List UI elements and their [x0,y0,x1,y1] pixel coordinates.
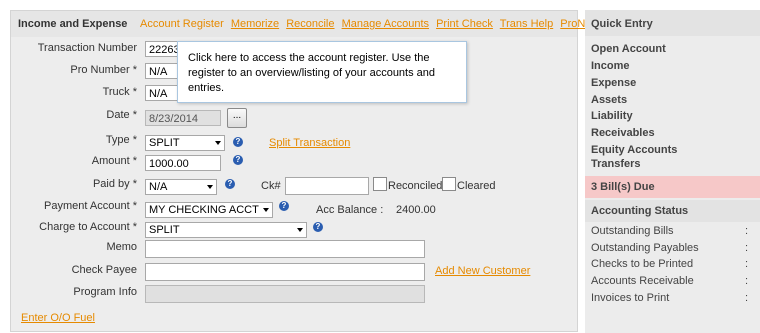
chevron-down-icon [297,228,303,232]
charge-to-account-select-value: SPLIT [149,224,180,236]
account-balance-label: Acc Balance : [316,204,384,216]
panel-header: Income and Expense Account Register Memo… [11,11,606,37]
status-outstanding-payables[interactable]: Outstanding Payables [591,242,699,254]
amount-help-icon[interactable]: ? [233,155,243,165]
transaction-number-label: Transaction Number [37,42,137,54]
split-transaction-link[interactable]: Split Transaction [269,137,350,149]
payment-account-select[interactable]: MY CHECKING ACCT [145,202,273,218]
paid-by-label: Paid by * [92,178,137,190]
check-payee-field[interactable] [145,263,425,281]
memo-field[interactable] [145,240,425,258]
panel-title: Income and Expense [18,18,128,30]
chevron-down-icon [215,141,221,145]
account-register-link[interactable]: Account Register [140,18,224,30]
chevron-down-icon [263,208,269,212]
reconcile-link[interactable]: Reconcile [286,18,334,30]
date-field[interactable]: 8/23/2014 [145,110,221,126]
status-outstanding-bills[interactable]: Outstanding Bills [591,225,674,237]
amount-field[interactable]: 1000.00 [145,155,221,171]
date-picker-button[interactable]: ... [227,108,247,128]
status-colon: : [745,275,749,287]
quick-entry-assets[interactable]: Assets [591,94,627,106]
check-payee-label: Check Payee [71,264,137,276]
print-check-link[interactable]: Print Check [436,18,493,30]
check-number-label: Ck# [261,180,281,192]
quick-entry-equity-accounts[interactable]: Equity Accounts [591,144,677,156]
charge-to-account-label: Charge to Account * [39,221,137,233]
manage-accounts-link[interactable]: Manage Accounts [342,18,429,30]
quick-entry-transfers[interactable]: Transfers [591,158,641,170]
charge-to-account-select[interactable]: SPLIT [145,222,307,238]
quick-entry-expense[interactable]: Expense [591,77,636,89]
status-accounts-receivable[interactable]: Accounts Receivable [591,275,694,287]
pro-number-label: Pro Number * [70,64,137,76]
reconciled-label: Reconciled [388,180,443,192]
type-label: Type * [105,134,137,146]
enter-oo-fuel-link[interactable]: Enter O/O Fuel [21,312,95,324]
account-register-tooltip: Click here to access the account registe… [177,41,467,103]
reconciled-checkbox[interactable] [373,177,387,191]
type-help-icon[interactable]: ? [233,137,243,147]
payment-account-label: Payment Account * [44,200,137,212]
truck-label: Truck * [102,86,137,98]
date-label: Date * [106,109,137,121]
status-colon: : [745,292,749,304]
charge-to-account-help-icon[interactable]: ? [313,222,323,232]
amount-label: Amount * [91,155,137,167]
status-checks-to-be-printed[interactable]: Checks to be Printed [591,258,693,270]
quick-entry-open-account[interactable]: Open Account [591,43,666,55]
payment-account-help-icon[interactable]: ? [279,201,289,211]
quick-entry-header: Quick Entry [585,10,760,36]
status-colon: : [745,225,749,237]
payment-account-select-value: MY CHECKING ACCT [149,204,259,216]
status-colon: : [745,242,749,254]
program-info-field[interactable] [145,285,425,303]
cleared-label: Cleared [457,180,496,192]
accounting-status-title: Accounting Status [591,205,689,217]
paid-by-select-value: N/A [149,181,168,193]
status-invoices-to-print[interactable]: Invoices to Print [591,292,669,304]
trans-help-link[interactable]: Trans Help [500,18,553,30]
header-links: Account Register Memorize Reconcile Mana… [140,18,610,30]
quick-entry-title: Quick Entry [591,18,653,30]
check-number-field[interactable] [285,177,369,195]
paid-by-help-icon[interactable]: ? [225,179,235,189]
chevron-down-icon [207,185,213,189]
bills-due-text: 3 Bill(s) Due [591,181,655,193]
accounting-status-header: Accounting Status [585,200,760,222]
quick-entry-receivables[interactable]: Receivables [591,127,655,139]
quick-entry-income[interactable]: Income [591,60,630,72]
add-new-customer-link[interactable]: Add New Customer [435,265,530,277]
status-colon: : [745,258,749,270]
quick-entry-liability[interactable]: Liability [591,110,633,122]
cleared-checkbox[interactable] [442,177,456,191]
memo-label: Memo [106,241,137,253]
paid-by-select[interactable]: N/A [145,179,217,195]
quick-entry-sidebar: Quick Entry Open Account Income Expense … [585,10,760,333]
account-balance-value: 2400.00 [396,204,436,216]
type-select[interactable]: SPLIT [145,135,225,151]
program-info-label: Program Info [73,286,137,298]
bills-due-banner[interactable]: 3 Bill(s) Due [585,176,760,198]
memorize-link[interactable]: Memorize [231,18,279,30]
type-select-value: SPLIT [149,137,180,149]
